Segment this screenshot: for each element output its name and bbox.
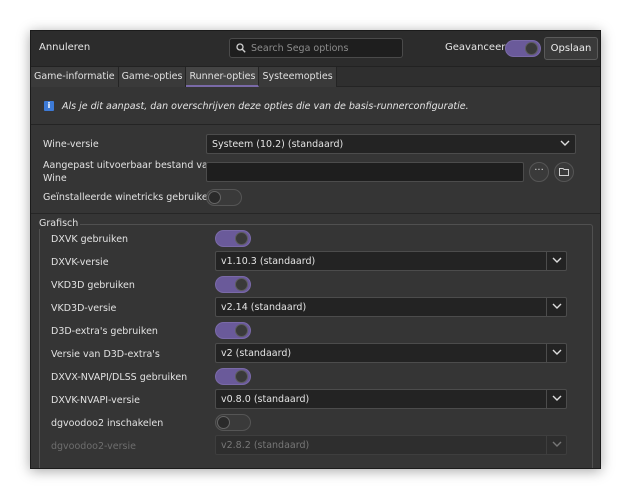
d3d-extras-version-label: Versie van D3D-extra's bbox=[51, 349, 160, 360]
toggle-knob bbox=[235, 370, 248, 383]
toggle-knob bbox=[525, 42, 538, 55]
advanced-label: Geavanceerd bbox=[445, 42, 512, 53]
dxvk-version-select[interactable]: v1.10.3 (standaard) bbox=[215, 251, 567, 271]
chevron-down-icon bbox=[555, 135, 575, 153]
nvapi-version-label: DXVK-NVAPI-versie bbox=[51, 395, 140, 406]
wine-version-select[interactable]: Systeem (10.2) (standaard) bbox=[206, 134, 576, 154]
chevron-down-icon bbox=[546, 298, 566, 316]
winetricks-label: Geïnstalleerde winetricks gebruiken bbox=[43, 192, 214, 203]
nvapi-toggle[interactable] bbox=[215, 368, 251, 385]
tab-game-info[interactable]: Game-informatie bbox=[31, 67, 119, 87]
search-box[interactable] bbox=[229, 38, 403, 58]
dxvk-label: DXVK gebruiken bbox=[51, 234, 129, 245]
dgvoodoo-toggle[interactable] bbox=[215, 414, 251, 431]
toggle-knob bbox=[208, 191, 221, 204]
d3d-extras-toggle[interactable] bbox=[215, 322, 251, 339]
folder-icon bbox=[559, 168, 569, 176]
custom-exe-label-line2: Wine bbox=[43, 173, 67, 184]
vkd3d-version-value: v2.14 (standaard) bbox=[221, 302, 307, 313]
chevron-down-icon bbox=[546, 390, 566, 408]
toggle-knob bbox=[217, 416, 230, 429]
nvapi-version-value: v0.8.0 (standaard) bbox=[221, 394, 310, 405]
dialog-header: Annuleren Geavanceerd Opslaan bbox=[31, 31, 600, 67]
dgvoodoo-label: dgvoodoo2 inschakelen bbox=[51, 418, 164, 429]
vkd3d-label: VKD3D gebruiken bbox=[51, 280, 135, 291]
d3d-extras-label: D3D-extra's gebruiken bbox=[51, 326, 158, 337]
tab-system-options[interactable]: Systeemopties bbox=[259, 67, 337, 87]
chevron-down-icon bbox=[546, 344, 566, 362]
toggle-knob bbox=[235, 232, 248, 245]
dxvk-version-value: v1.10.3 (standaard) bbox=[221, 256, 316, 267]
custom-exe-label-line1: Aangepast uitvoerbaar bestand van bbox=[43, 160, 214, 171]
graphics-group-title: Grafisch bbox=[39, 218, 81, 229]
winetricks-toggle[interactable] bbox=[206, 189, 242, 206]
dxvk-version-label: DXVK-versie bbox=[51, 257, 109, 268]
more-options-button[interactable]: ··· bbox=[529, 162, 549, 182]
chevron-down-icon bbox=[546, 252, 566, 270]
toggle-knob bbox=[235, 278, 248, 291]
search-input[interactable] bbox=[251, 42, 391, 54]
info-text: Als je dit aanpast, dan overschrijven de… bbox=[62, 101, 469, 112]
tab-runner-options[interactable]: Runner-opties bbox=[186, 67, 260, 87]
runner-options-dialog: Annuleren Geavanceerd Opslaan Game-infor… bbox=[30, 30, 601, 469]
wine-version-value: Systeem (10.2) (standaard) bbox=[212, 139, 344, 150]
chevron-down-icon bbox=[546, 436, 566, 454]
save-button[interactable]: Opslaan bbox=[544, 37, 598, 60]
tab-bar: Game-informatie Game-opties Runner-optie… bbox=[31, 67, 600, 87]
info-icon: i bbox=[44, 101, 54, 111]
dxvk-toggle[interactable] bbox=[215, 230, 251, 247]
toggle-knob bbox=[235, 324, 248, 337]
nvapi-version-select[interactable]: v0.8.0 (standaard) bbox=[215, 389, 567, 409]
vkd3d-toggle[interactable] bbox=[215, 276, 251, 293]
browse-folder-button[interactable] bbox=[554, 162, 574, 182]
d3d-extras-version-value: v2 (standaard) bbox=[221, 348, 292, 359]
d3d-extras-version-select[interactable]: v2 (standaard) bbox=[215, 343, 567, 363]
dgvoodoo-version-select: v2.8.2 (standaard) bbox=[215, 435, 567, 455]
vkd3d-version-select[interactable]: v2.14 (standaard) bbox=[215, 297, 567, 317]
section-divider bbox=[31, 213, 600, 214]
wine-version-label: Wine-versie bbox=[43, 139, 99, 150]
dgvoodoo-version-label: dgvoodoo2-versie bbox=[51, 441, 136, 452]
dgvoodoo-version-value: v2.8.2 (standaard) bbox=[221, 440, 310, 451]
advanced-toggle[interactable] bbox=[505, 40, 541, 57]
search-icon bbox=[236, 43, 246, 53]
custom-exe-input[interactable] bbox=[206, 162, 524, 182]
cancel-button[interactable]: Annuleren bbox=[39, 42, 90, 53]
vkd3d-version-label: VKD3D-versie bbox=[51, 303, 117, 314]
nvapi-label: DXVX-NVAPI/DLSS gebruiken bbox=[51, 372, 188, 383]
info-banner: i Als je dit aanpast, dan overschrijven … bbox=[31, 91, 600, 125]
tab-game-options[interactable]: Game-opties bbox=[118, 67, 187, 87]
